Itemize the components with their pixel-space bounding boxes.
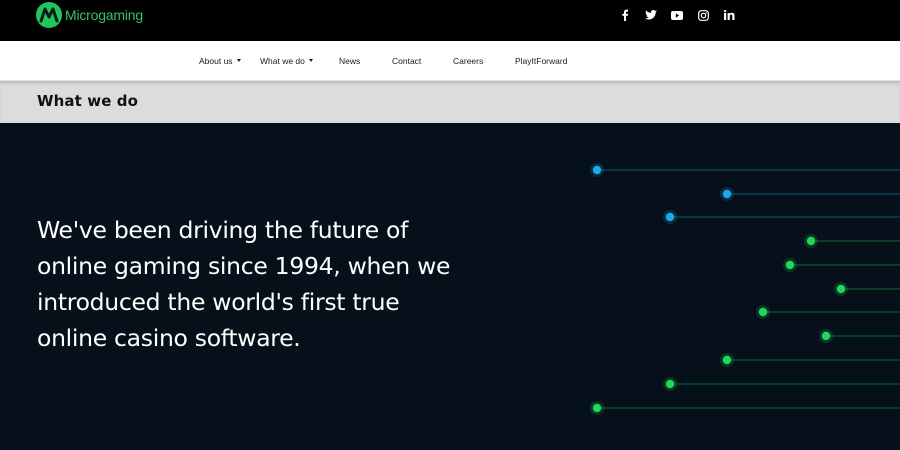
hero-section: We've been driving the future of online …	[0, 123, 900, 450]
top-bar: Microgaming	[0, 0, 900, 41]
decor-dot	[592, 403, 602, 413]
nav-item-what-we-do[interactable]: What we do	[260, 56, 313, 66]
hero-line: We've been driving the future of	[37, 216, 409, 244]
decor-dot	[592, 165, 602, 175]
decor-dot	[665, 379, 675, 389]
nav-item-contact[interactable]: Contact	[392, 56, 421, 66]
decor-dot	[785, 260, 795, 270]
microgaming-logo[interactable]: Microgaming	[36, 2, 143, 28]
decor-dot	[665, 212, 675, 222]
nav-item-playitforward[interactable]: PlayItForward	[515, 56, 567, 66]
hero-line: online casino software.	[37, 324, 301, 352]
decor-dot	[722, 189, 732, 199]
social-links	[612, 7, 742, 23]
instagram-icon[interactable]	[690, 7, 716, 23]
nav-item-about-us[interactable]: About us	[199, 56, 241, 66]
hero-line: online gaming since 1994, when we	[37, 252, 451, 280]
decor-dot	[821, 331, 831, 341]
twitter-icon[interactable]	[638, 7, 664, 23]
decor-dot	[722, 355, 732, 365]
microgaming-logo-icon	[36, 2, 62, 28]
page-title: What we do	[37, 92, 139, 110]
nav-item-news[interactable]: News	[339, 56, 360, 66]
hero-text: We've been driving the future of online …	[37, 212, 467, 356]
caret-down-icon	[308, 59, 313, 62]
linkedin-icon[interactable]	[716, 7, 742, 23]
facebook-icon[interactable]	[612, 7, 638, 23]
decor-dot	[836, 284, 846, 294]
nav-item-label: About us	[199, 56, 233, 66]
nav-item-careers[interactable]: Careers	[453, 56, 483, 66]
hero-line: introduced the world's first true	[37, 288, 400, 316]
brand-name: Microgaming	[65, 7, 143, 23]
caret-down-icon	[236, 59, 241, 62]
youtube-icon[interactable]	[664, 7, 690, 23]
page-title-band: What we do	[0, 81, 900, 123]
decor-dot	[758, 307, 768, 317]
main-nav: About us What we do News Contact Careers…	[0, 41, 900, 81]
nav-item-label: What we do	[260, 56, 305, 66]
decor-dot	[806, 236, 816, 246]
